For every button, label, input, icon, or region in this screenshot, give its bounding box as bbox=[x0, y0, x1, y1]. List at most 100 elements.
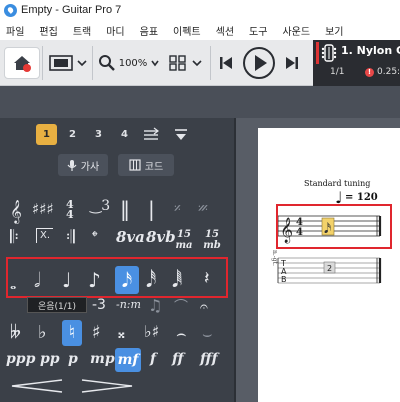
home-icon bbox=[14, 56, 31, 72]
measure-highlight bbox=[276, 204, 392, 249]
sharp-icon[interactable]: ♯ bbox=[92, 324, 101, 342]
track-name: 1. Nylon Guitar bbox=[341, 44, 400, 57]
ottava-15ma[interactable]: 15ma bbox=[174, 229, 194, 251]
menu-sound[interactable]: 사운드 bbox=[282, 23, 310, 38]
toolbar-separator bbox=[42, 46, 43, 80]
tie-note-icon[interactable]: ♫ bbox=[148, 298, 162, 314]
chords-button[interactable]: 코드 bbox=[118, 154, 174, 176]
track-info-panel[interactable]: 1. Nylon Guitar 1/1 ! 0.25:4 bbox=[313, 40, 400, 86]
double-bar-line-icon[interactable]: ‖ bbox=[120, 199, 130, 219]
track-color-indicator bbox=[316, 42, 319, 64]
dynamic-f[interactable]: f bbox=[150, 352, 156, 366]
tab-letter-b: B bbox=[281, 275, 287, 284]
natural-icon[interactable]: ♮ bbox=[62, 320, 82, 346]
treble-clef-icon[interactable]: 𝄞 bbox=[10, 201, 22, 221]
zoom-value: 100% bbox=[118, 57, 148, 69]
title-bar: Empty - Guitar Pro 7 bbox=[0, 0, 400, 20]
tuplet-icon[interactable]: -3 bbox=[92, 298, 106, 312]
voice-1-button[interactable]: 1 bbox=[36, 124, 57, 145]
accidental-parentheses-icon[interactable]: ⌢ bbox=[176, 326, 187, 342]
menu-edit[interactable]: 편집 bbox=[39, 23, 57, 38]
repeat-open-icon[interactable]: 𝄆 bbox=[10, 229, 19, 247]
toolbar-lower-band bbox=[0, 86, 400, 118]
window-title: Empty - Guitar Pro 7 bbox=[21, 4, 122, 16]
time-signature-icon[interactable]: 44 bbox=[66, 199, 74, 220]
alternate-ending-icon[interactable]: X. bbox=[36, 228, 54, 243]
chord-diagram-icon bbox=[129, 159, 141, 171]
fermata-icon[interactable]: 𝄐 bbox=[200, 300, 208, 314]
page-layout-button[interactable] bbox=[46, 47, 90, 79]
dynamic-pp[interactable]: pp bbox=[40, 352, 60, 366]
guitar-pro-logo-icon bbox=[4, 3, 17, 17]
flat-icon[interactable]: ♭ bbox=[38, 324, 47, 342]
dynamic-ff[interactable]: ff bbox=[172, 352, 184, 366]
tooltip: 온음(1/1) bbox=[27, 297, 87, 313]
triplet-feel-icon[interactable]: ‿3 bbox=[90, 199, 110, 213]
previous-bar-button[interactable] bbox=[214, 47, 238, 79]
skip-back-icon bbox=[220, 57, 232, 69]
palette-collapse-button[interactable] bbox=[170, 124, 192, 145]
time-position: 0.25:4 bbox=[377, 67, 400, 77]
tuning-label: Standard tuning bbox=[304, 179, 371, 188]
collapse-down-icon bbox=[175, 128, 187, 140]
guitar-pro-window: Empty - Guitar Pro 7 파일 편집 트랙 마디 음표 이펙트 … bbox=[0, 0, 400, 402]
ottava-15mb[interactable]: 15mb bbox=[202, 229, 222, 251]
dynamic-mp[interactable]: mp bbox=[90, 352, 115, 366]
zoom-magnifier-icon bbox=[98, 55, 115, 71]
repeat-close-icon[interactable]: 𝄇 bbox=[66, 229, 75, 247]
guitar-headstock-icon bbox=[321, 44, 337, 62]
key-signature-icon[interactable]: ♯♯♯ bbox=[32, 202, 54, 217]
dynamic-p[interactable]: p bbox=[68, 352, 78, 366]
lyrics-label: 가사 bbox=[80, 161, 100, 173]
zoom-control[interactable]: 100% bbox=[95, 47, 163, 79]
voice-2-button[interactable]: 2 bbox=[62, 124, 83, 145]
toolbar-separator bbox=[210, 46, 211, 80]
ottava-8vb[interactable]: 8vb bbox=[146, 230, 176, 245]
menu-effects[interactable]: 이펙트 bbox=[173, 23, 201, 38]
ottava-8va[interactable]: 8va bbox=[116, 230, 145, 245]
multi-voice-button[interactable] bbox=[140, 124, 162, 145]
toolbar-separator bbox=[92, 46, 93, 80]
bar-line-icon[interactable]: | bbox=[148, 199, 155, 219]
play-button[interactable] bbox=[240, 47, 278, 79]
menu-bar-measure[interactable]: 마디 bbox=[106, 23, 124, 38]
error-indicator-icon[interactable]: ! bbox=[365, 68, 374, 77]
menu-note[interactable]: 음표 bbox=[140, 23, 158, 38]
crescendo-icon[interactable] bbox=[11, 379, 63, 393]
tempo-value[interactable]: = 120 bbox=[345, 192, 378, 203]
voice-4-button[interactable]: 4 bbox=[114, 124, 135, 145]
bar-counter: 1/1 bbox=[330, 67, 345, 77]
menu-tools[interactable]: 도구 bbox=[249, 23, 267, 38]
decrescendo-icon[interactable] bbox=[81, 379, 133, 393]
fret-number: 2 bbox=[327, 264, 332, 273]
double-sharp-icon[interactable]: 𝄪 bbox=[118, 326, 125, 341]
next-bar-button[interactable] bbox=[280, 47, 304, 79]
hairpins-row bbox=[11, 379, 133, 393]
menu-track[interactable]: 트랙 bbox=[73, 23, 91, 38]
lyrics-button[interactable]: 가사 bbox=[58, 154, 108, 176]
skip-forward-icon bbox=[286, 57, 298, 69]
tuplet-n-icon[interactable]: -n:m bbox=[116, 299, 141, 310]
note-duration-highlight bbox=[6, 257, 228, 298]
flat-sharp-icon[interactable]: ♭♯ bbox=[144, 324, 159, 340]
microphone-icon bbox=[67, 159, 77, 171]
repeat-two-bars-icon[interactable]: 𝄏 bbox=[198, 202, 208, 216]
voice-3-button[interactable]: 3 bbox=[88, 124, 109, 145]
menu-section[interactable]: 섹션 bbox=[216, 23, 234, 38]
multitrack-view-button[interactable] bbox=[166, 47, 206, 79]
repeat-bar-icon[interactable]: 𝄎 bbox=[174, 202, 181, 216]
play-icon bbox=[243, 47, 275, 79]
dynamic-mf[interactable]: mf bbox=[115, 348, 141, 372]
coda-icon[interactable]: 𝄌 bbox=[92, 229, 98, 245]
menu-view[interactable]: 보기 bbox=[325, 23, 343, 38]
layout-screen-icon bbox=[49, 55, 87, 71]
home-button[interactable] bbox=[4, 47, 40, 79]
chevron-down-icon bbox=[151, 60, 159, 67]
dynamic-ppp[interactable]: ppp bbox=[6, 352, 35, 366]
menu-file[interactable]: 파일 bbox=[6, 23, 24, 38]
accidental-courtesy-icon[interactable]: ⌣ bbox=[202, 326, 213, 342]
tab-fret-cell[interactable]: 2 bbox=[323, 261, 336, 274]
slur-icon[interactable]: ⌒ bbox=[174, 300, 188, 314]
double-flat-icon[interactable]: 𝄫 bbox=[10, 324, 21, 342]
dynamic-fff[interactable]: fff bbox=[200, 352, 218, 366]
